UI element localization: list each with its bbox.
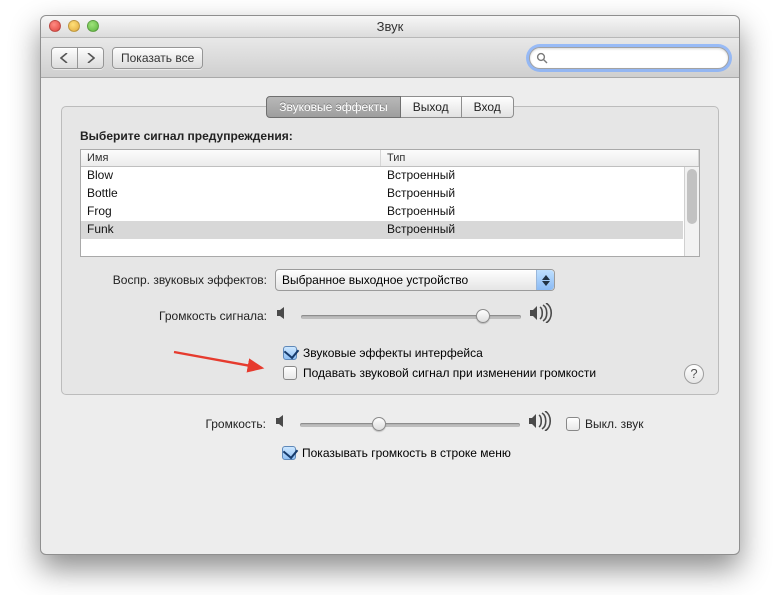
cell-type: Встроенный [381,203,683,221]
help-button[interactable]: ? [684,364,704,384]
volume-feedback-row: Подавать звуковой сигнал при изменении г… [80,366,700,380]
alert-volume-label: Громкость сигнала: [80,309,275,323]
ui-sound-effects-label: Звуковые эффекты интерфейса [303,346,483,360]
search-input[interactable] [529,47,729,69]
alert-volume-row: Громкость сигнала: [80,303,700,328]
alert-volume-slider[interactable] [301,306,521,326]
choose-alert-label: Выберите сигнал предупреждения: [80,129,700,143]
main-volume-row: Громкость: Выкл. звук [79,411,701,436]
show-volume-menubar-checkbox[interactable] [282,446,296,460]
cell-name: Funk [81,221,381,239]
zoom-window-button[interactable] [87,20,99,32]
close-window-button[interactable] [49,20,61,32]
cell-type: Встроенный [381,167,683,185]
cell-name: Blow [81,167,381,185]
back-button[interactable] [51,47,78,69]
main-volume-slider[interactable] [300,414,520,434]
search-icon [536,52,548,64]
cell-type: Встроенный [381,185,683,203]
mute-label: Выкл. звук [585,417,644,431]
mute-checkbox[interactable] [566,417,580,431]
table-row[interactable]: FrogВстроенный [81,203,683,221]
tabs: Звуковые эффекты Выход Вход [61,96,719,118]
table-row[interactable]: BlowВстроенный [81,167,683,185]
main-volume-section: Громкость: Выкл. звук Показыват [61,411,719,460]
toolbar: Показать все [41,38,739,78]
search-field-wrap [529,47,729,69]
effects-group: Выберите сигнал предупреждения: Имя Тип … [61,106,719,395]
speaker-low-icon [275,304,293,327]
speaker-high-icon [529,303,555,328]
scrollbar-thumb[interactable] [687,169,697,224]
show-all-button[interactable]: Показать все [112,47,203,69]
ui-effects-row: Звуковые эффекты интерфейса [80,346,700,360]
slider-knob[interactable] [476,309,490,323]
chevron-left-icon [60,53,69,63]
table-header: Имя Тип [81,150,699,167]
play-through-select[interactable]: Выбранное выходное устройство [275,269,555,291]
slider-knob[interactable] [372,417,386,431]
content-area: Звуковые эффекты Выход Вход Выберите сиг… [41,78,739,474]
col-name[interactable]: Имя [81,150,381,166]
cell-type: Встроенный [381,221,683,239]
sound-prefs-window: Звук Показать все Звуковые эффекты Выход [40,15,740,555]
play-through-row: Воспр. звуковых эффектов: Выбранное выхо… [80,269,700,291]
mute-wrap: Выкл. звук [566,417,644,431]
tab-output[interactable]: Выход [401,96,462,118]
table-row[interactable]: FunkВстроенный [81,221,683,239]
minimize-window-button[interactable] [68,20,80,32]
speaker-low-icon [274,412,292,435]
cell-name: Frog [81,203,381,221]
chevron-right-icon [86,53,95,63]
play-through-label: Воспр. звуковых эффектов: [80,273,275,287]
volume-feedback-label: Подавать звуковой сигнал при изменении г… [303,366,596,380]
show-in-menu-row: Показывать громкость в строке меню [79,446,701,460]
speaker-high-icon [528,411,554,436]
col-type[interactable]: Тип [381,150,699,166]
window-controls [49,20,99,32]
table-scrollbar[interactable] [684,167,699,256]
volume-feedback-checkbox[interactable] [283,366,297,380]
titlebar: Звук [41,16,739,38]
nav-segment [51,47,104,69]
ui-sound-effects-checkbox[interactable] [283,346,297,360]
main-volume-label: Громкость: [79,417,274,431]
cell-name: Bottle [81,185,381,203]
alerts-table[interactable]: Имя Тип BlowВстроенныйBottleВстроенныйFr… [80,149,700,257]
play-through-select-wrap: Выбранное выходное устройство [275,269,555,291]
table-row[interactable]: BottleВстроенный [81,185,683,203]
window-title: Звук [377,19,404,34]
show-volume-menubar-label: Показывать громкость в строке меню [302,446,511,460]
forward-button[interactable] [78,47,104,69]
tab-input[interactable]: Вход [462,96,514,118]
tab-sound-effects[interactable]: Звуковые эффекты [266,96,400,118]
show-all-label: Показать все [121,51,194,65]
